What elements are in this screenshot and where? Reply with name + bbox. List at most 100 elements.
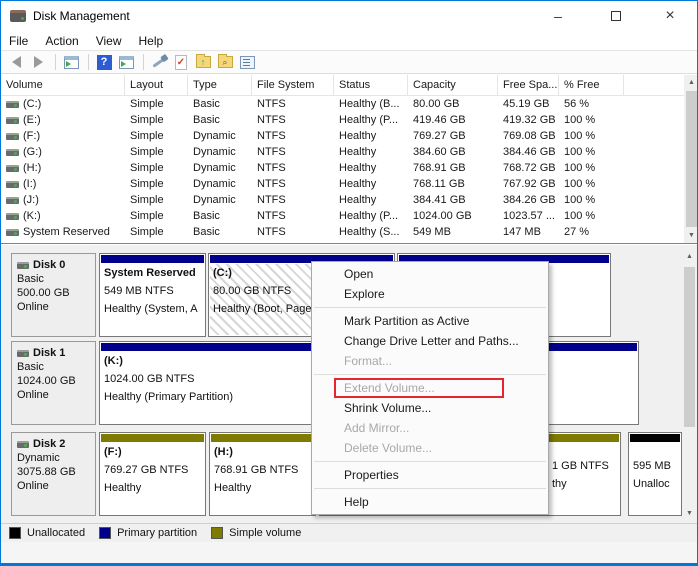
disk-size: 3075.88 GB <box>17 465 90 479</box>
scroll-down-icon[interactable]: ▼ <box>684 228 698 243</box>
cell-layout: Simple <box>125 114 188 126</box>
table-row[interactable]: (E:) Simple Basic NTFS Healthy (P... 419… <box>1 112 698 128</box>
menu-item-properties[interactable]: Properties <box>312 465 548 485</box>
disk-type: Basic <box>17 272 90 286</box>
partition-f[interactable]: (F:) 769.27 GB NTFS Healthy <box>99 432 206 516</box>
cell-status: Healthy (B... <box>334 98 408 110</box>
cell-type: Dynamic <box>188 146 252 158</box>
volume-list-pane: Volume Layout Type File System Status Ca… <box>1 75 698 244</box>
cell-type: Dynamic <box>188 130 252 142</box>
rescan-check-icon[interactable]: ✓ <box>171 52 191 72</box>
volume-name: (K:) <box>23 210 41 222</box>
cell-capacity: 419.46 GB <box>408 114 498 126</box>
table-row[interactable]: System Reserved Simple Basic NTFS Health… <box>1 224 698 240</box>
disk-type: Dynamic <box>17 451 90 465</box>
cell-pct: 100 % <box>559 210 624 222</box>
cell-layout: Simple <box>125 146 188 158</box>
disk-pane-scrollbar[interactable]: ▲ ▼ <box>682 249 697 521</box>
table-row[interactable]: (H:) Simple Dynamic NTFS Healthy 768.91 … <box>1 160 698 176</box>
table-row[interactable]: (J:) Simple Dynamic NTFS Healthy 384.41 … <box>1 192 698 208</box>
simple-volume-strip <box>101 434 204 442</box>
menu-action[interactable]: Action <box>45 32 87 50</box>
volume-icon <box>6 117 19 124</box>
cell-fs: NTFS <box>252 178 334 190</box>
menu-item-help[interactable]: Help <box>312 492 548 512</box>
menu-view[interactable]: View <box>96 32 131 50</box>
scrollbar-thumb[interactable] <box>686 91 697 227</box>
forward-icon[interactable] <box>28 52 48 72</box>
volume-list-scrollbar[interactable]: ▲ ▼ <box>684 75 698 243</box>
header-volume[interactable]: Volume <box>1 75 125 96</box>
scroll-up-icon[interactable]: ▲ <box>682 249 697 264</box>
window-shape <box>119 56 134 69</box>
table-row[interactable]: (K:) Simple Basic NTFS Healthy (P... 102… <box>1 208 698 224</box>
check-doc-shape: ✓ <box>175 55 187 70</box>
scroll-down-icon[interactable]: ▼ <box>682 506 697 521</box>
disk-icon <box>17 262 29 269</box>
cell-fs: NTFS <box>252 226 334 238</box>
back-icon[interactable] <box>6 52 26 72</box>
cell-pct: 100 % <box>559 146 624 158</box>
disk0-label[interactable]: Disk 0 Basic 500.00 GB Online <box>11 253 96 337</box>
app-icon <box>10 10 26 22</box>
legend-bar: Unallocated Primary partition Simple vol… <box>1 523 698 542</box>
partition-h[interactable]: (H:) 768.91 GB NTFS Healthy <box>209 432 316 516</box>
cell-type: Dynamic <box>188 178 252 190</box>
disk1-label[interactable]: Disk 1 Basic 1024.00 GB Online <box>11 341 96 425</box>
disk-type: Basic <box>17 360 90 374</box>
cell-layout: Simple <box>125 162 188 174</box>
menu-separator <box>314 488 546 489</box>
header-capacity[interactable]: Capacity <box>408 75 498 96</box>
menu-item-mark-partition-active[interactable]: Mark Partition as Active <box>312 311 548 331</box>
tools-icon[interactable] <box>149 52 169 72</box>
disk-name: Disk 0 <box>33 258 65 272</box>
console-tree-icon[interactable] <box>61 52 81 72</box>
scroll-up-icon[interactable]: ▲ <box>684 75 698 90</box>
table-row[interactable]: (I:) Simple Dynamic NTFS Healthy 768.11 … <box>1 176 698 192</box>
cell-pct: 100 % <box>559 130 624 142</box>
header-file-system[interactable]: File System <box>252 75 334 96</box>
cell-type: Basic <box>188 98 252 110</box>
primary-partition-swatch <box>99 527 111 539</box>
disk-status: Online <box>17 479 90 493</box>
cell-type: Dynamic <box>188 194 252 206</box>
disk2-label[interactable]: Disk 2 Dynamic 3075.88 GB Online <box>11 432 96 516</box>
cell-free: 384.46 GB <box>498 146 559 158</box>
folder-search-icon[interactable]: ⌕ <box>215 52 235 72</box>
cell-pct: 27 % <box>559 226 624 238</box>
header-free-space[interactable]: Free Spa... <box>498 75 559 96</box>
help-icon[interactable]: ? <box>94 52 114 72</box>
menu-item-shrink-volume[interactable]: Shrink Volume... <box>312 398 548 418</box>
cell-pct: 56 % <box>559 98 624 110</box>
menu-item-change-drive-letter[interactable]: Change Drive Letter and Paths... <box>312 331 548 351</box>
table-row[interactable]: (C:) Simple Basic NTFS Healthy (B... 80.… <box>1 96 698 112</box>
minimize-button[interactable]: – <box>535 1 581 31</box>
table-row[interactable]: (F:) Simple Dynamic NTFS Healthy 769.27 … <box>1 128 698 144</box>
menu-help[interactable]: Help <box>139 32 173 50</box>
partition-system-reserved[interactable]: System Reserved 549 MB NTFS Healthy (Sys… <box>99 253 206 337</box>
menu-item-open[interactable]: Open <box>312 264 548 284</box>
partition-size: 769.27 GB NTFS <box>100 461 205 479</box>
cell-free: 384.26 GB <box>498 194 559 206</box>
partition-unallocated[interactable]: 595 MB Unalloc <box>628 432 682 516</box>
disk-icon <box>17 441 29 448</box>
title-bar[interactable]: Disk Management – × <box>1 1 697 31</box>
unallocated-swatch <box>9 527 21 539</box>
action-pane-icon[interactable] <box>116 52 136 72</box>
scrollbar-thumb[interactable] <box>684 267 695 427</box>
menu-file[interactable]: File <box>9 32 37 50</box>
cell-layout: Simple <box>125 130 188 142</box>
properties-icon[interactable] <box>237 52 257 72</box>
folder-up-icon[interactable]: ↑ <box>193 52 213 72</box>
maximize-button[interactable] <box>593 1 639 31</box>
close-button[interactable]: × <box>647 1 693 31</box>
header-layout[interactable]: Layout <box>125 75 188 96</box>
menu-item-explore[interactable]: Explore <box>312 284 548 304</box>
table-row[interactable]: (G:) Simple Dynamic NTFS Healthy 384.60 … <box>1 144 698 160</box>
header-status[interactable]: Status <box>334 75 408 96</box>
window-shape <box>64 56 79 69</box>
cell-free: 767.92 GB <box>498 178 559 190</box>
folder-search-shape: ⌕ <box>218 56 233 68</box>
header-type[interactable]: Type <box>188 75 252 96</box>
header-pct-free[interactable]: % Free <box>559 75 624 96</box>
